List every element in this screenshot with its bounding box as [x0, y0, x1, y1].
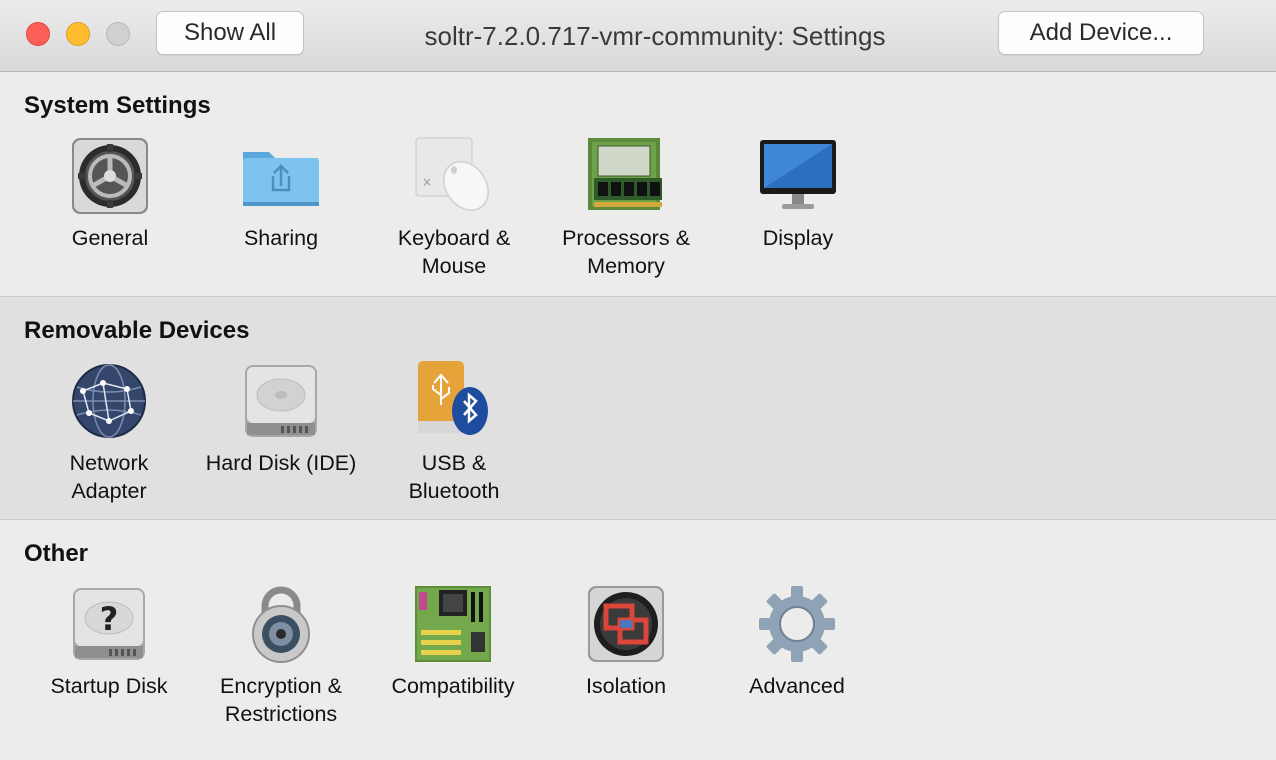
sharing-folder-icon	[241, 136, 321, 216]
item-label: Display	[762, 226, 834, 250]
svg-text:×: ×	[422, 175, 432, 189]
general-icon	[70, 136, 150, 216]
svg-text:?: ?	[100, 600, 119, 638]
item-label-2: Memory	[587, 254, 665, 278]
item-label: USB &	[421, 451, 487, 475]
window-titlebar: Show All soltr-7.2.0.717-vmr-community: …	[0, 0, 1276, 72]
item-label: Processors &	[562, 226, 690, 250]
other-section: Other ? Startup Disk Encryption & Restri…	[0, 520, 1276, 760]
show-all-button[interactable]: Show All	[156, 11, 304, 55]
close-window-button[interactable]	[26, 22, 50, 46]
item-label: General	[71, 226, 149, 250]
add-device-button[interactable]: Add Device...	[998, 11, 1204, 55]
section-title: Removable Devices	[24, 317, 250, 344]
motherboard-icon	[413, 584, 493, 664]
hard-disk-icon	[241, 361, 321, 441]
item-label: Encryption &	[220, 674, 342, 698]
item-label-2: Bluetooth	[408, 479, 500, 503]
item-label-2: Mouse	[421, 254, 487, 278]
padlock-icon	[241, 584, 321, 664]
section-title: System Settings	[24, 92, 211, 119]
item-label: Hard Disk (IDE)	[205, 451, 357, 475]
usb-bluetooth-icon	[414, 361, 494, 441]
network-globe-icon	[69, 361, 149, 441]
system-settings-section: System Settings General Sharing × Keyboa…	[0, 72, 1276, 297]
display-monitor-icon	[758, 136, 838, 216]
item-label: Isolation	[585, 674, 667, 698]
item-label: Startup Disk	[50, 674, 168, 698]
isolation-icon	[586, 584, 666, 664]
item-label: Compatibility	[391, 674, 515, 698]
item-label-2: Restrictions	[224, 702, 338, 726]
section-title: Other	[24, 540, 89, 567]
item-label: Network	[69, 451, 149, 475]
minimize-window-button[interactable]	[66, 22, 90, 46]
startup-disk-icon: ?	[69, 584, 149, 664]
memory-chip-icon	[586, 136, 666, 216]
removable-devices-section: Removable Devices Network Adapter Hard D…	[0, 297, 1276, 520]
gear-icon	[757, 584, 837, 664]
keyboard-mouse-icon: ×	[414, 136, 494, 216]
item-label: Sharing	[243, 226, 319, 250]
item-label-2: Adapter	[71, 479, 147, 503]
zoom-window-button	[106, 22, 130, 46]
item-label: Keyboard &	[397, 226, 511, 250]
window-title: soltr-7.2.0.717-vmr-community: Settings	[424, 21, 886, 51]
item-label: Advanced	[749, 674, 845, 698]
